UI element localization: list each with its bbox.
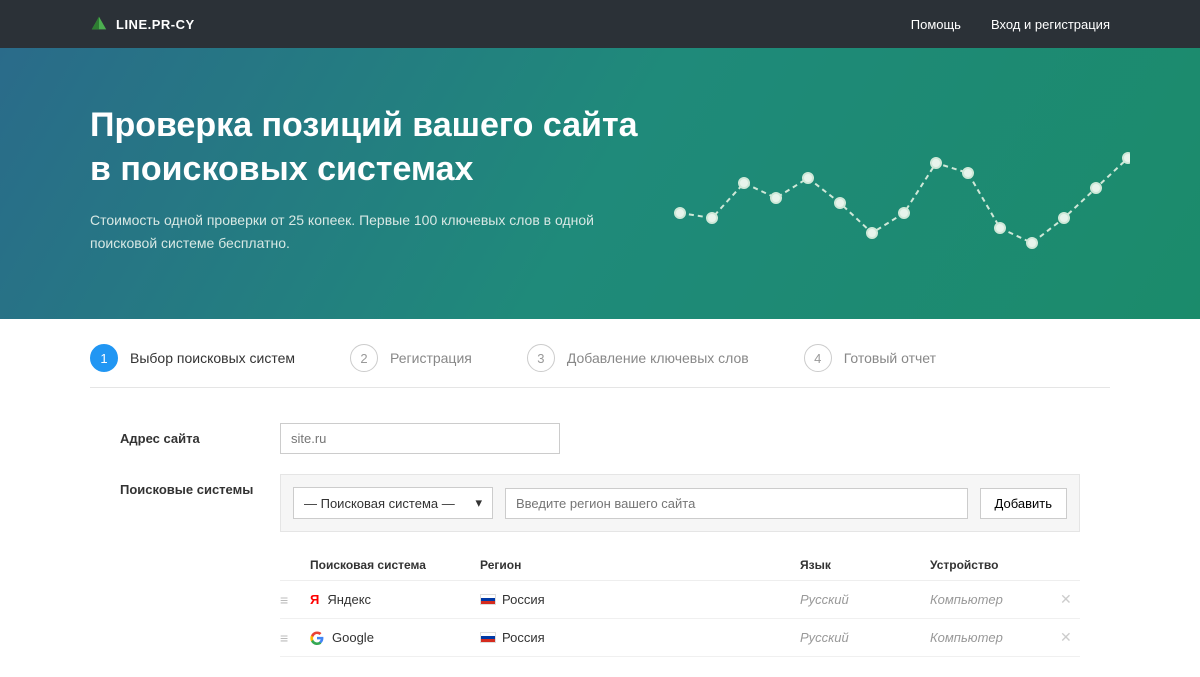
step-number: 1 xyxy=(90,344,118,372)
hero-title: Проверка позиций вашего сайта в поисковы… xyxy=(90,103,710,191)
table-header: Поисковая система Регион Язык Устройство xyxy=(280,550,1080,581)
add-button[interactable]: Добавить xyxy=(980,488,1067,519)
logo-icon xyxy=(90,15,108,33)
flag-ru-icon xyxy=(480,632,496,643)
google-icon xyxy=(310,631,324,645)
nav-help[interactable]: Помощь xyxy=(911,17,961,32)
engines-label: Поисковые системы xyxy=(120,474,280,657)
step-number: 2 xyxy=(350,344,378,372)
engines-table: Поисковая система Регион Язык Устройство… xyxy=(280,550,1080,657)
step-label: Готовый отчет xyxy=(844,350,936,366)
site-input[interactable] xyxy=(280,423,560,454)
step-label: Добавление ключевых слов xyxy=(567,350,749,366)
step-1[interactable]: 1 Выбор поисковых систем xyxy=(90,344,295,372)
step-3[interactable]: 3 Добавление ключевых слов xyxy=(527,344,749,372)
site-label: Адрес сайта xyxy=(120,423,280,454)
logo[interactable]: LINE.PR-CY xyxy=(90,15,195,33)
region-input[interactable] xyxy=(505,488,968,519)
hero-subtitle: Стоимость одной проверки от 25 копеек. П… xyxy=(90,209,610,254)
search-engine-add-box: — Поисковая система — ▾ Добавить xyxy=(280,474,1080,532)
step-label: Выбор поисковых систем xyxy=(130,350,295,366)
step-2[interactable]: 2 Регистрация xyxy=(350,344,472,372)
step-4[interactable]: 4 Готовый отчет xyxy=(804,344,936,372)
engine-select[interactable]: — Поисковая система — ▾ xyxy=(293,487,493,519)
drag-handle-icon[interactable]: ≡ xyxy=(280,630,310,646)
step-label: Регистрация xyxy=(390,350,472,366)
caret-down-icon: ▾ xyxy=(475,495,482,511)
table-row: ≡ Google Россия Русский Компьютер xyxy=(280,619,1080,657)
step-number: 4 xyxy=(804,344,832,372)
hero: Проверка позиций вашего сайта в поисковы… xyxy=(0,48,1200,319)
navbar: LINE.PR-CY Помощь Вход и регистрация xyxy=(0,0,1200,48)
step-number: 3 xyxy=(527,344,555,372)
logo-text: LINE.PR-CY xyxy=(116,17,195,32)
delete-row-icon[interactable]: ✕ xyxy=(1060,629,1080,646)
table-row: ≡ Я Яндекс Россия Русский Компьютер xyxy=(280,581,1080,619)
nav-login[interactable]: Вход и регистрация xyxy=(991,17,1110,32)
steps: 1 Выбор поисковых систем 2 Регистрация 3… xyxy=(90,319,1110,388)
hero-chart-icon xyxy=(670,148,1130,268)
form-area: Адрес сайта Поисковые системы — Поискова… xyxy=(90,388,1110,657)
